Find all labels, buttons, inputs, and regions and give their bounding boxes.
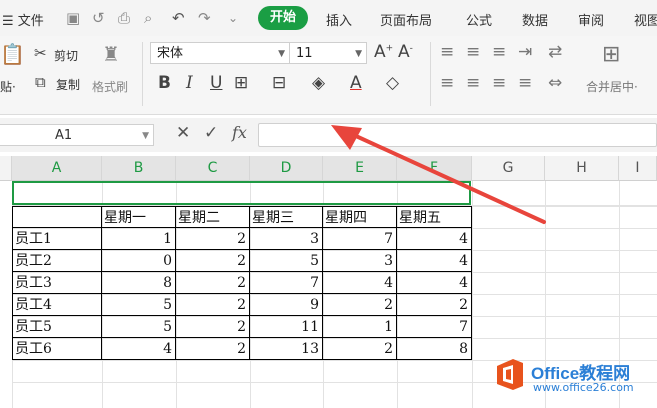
annotation-arrow (331, 125, 546, 224)
office-logo-icon (497, 359, 523, 390)
watermark-url: www.office26.com (533, 381, 634, 394)
watermark: Office教程网 www.office26.com (495, 356, 657, 396)
